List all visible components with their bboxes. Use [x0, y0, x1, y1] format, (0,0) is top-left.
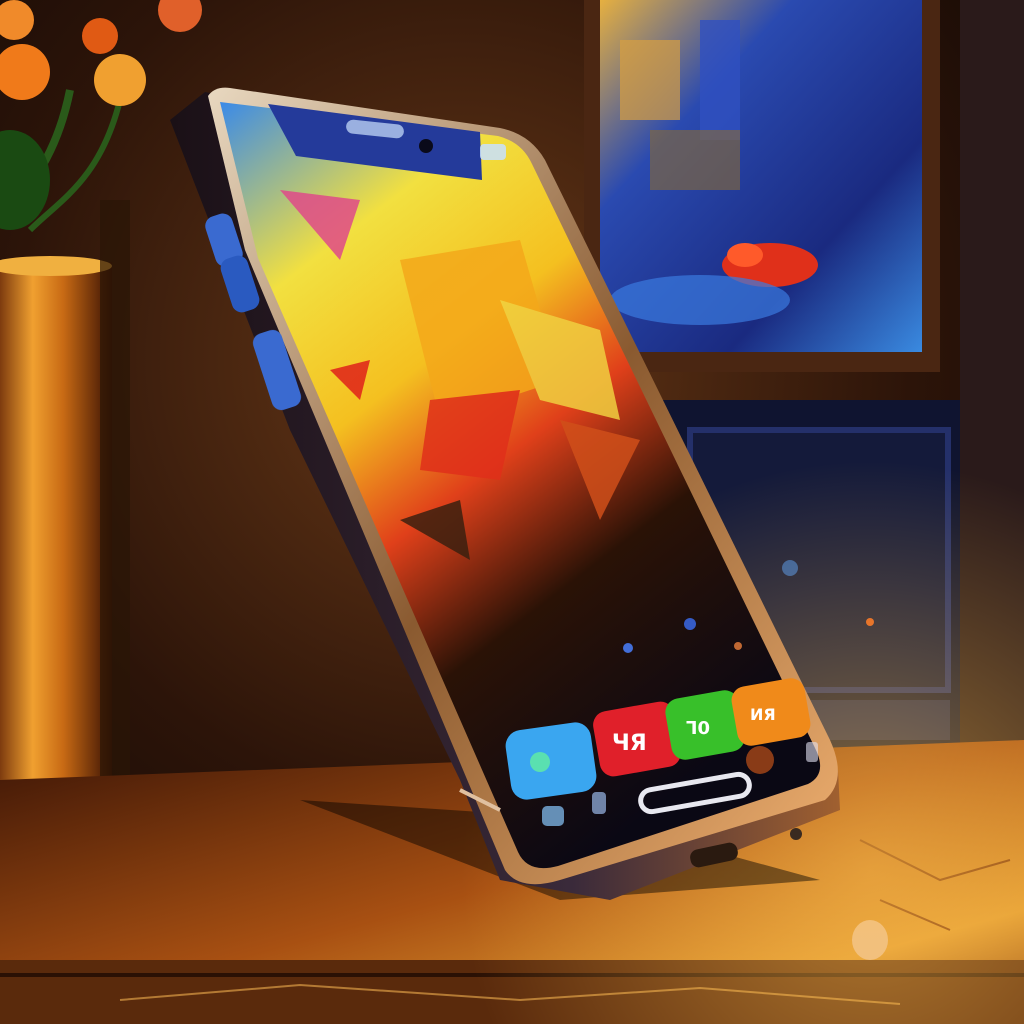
app-glyph-red: ЧЯ [612, 731, 647, 756]
app-icon-blue[interactable] [504, 720, 599, 801]
app-icon-orange[interactable]: ИЯ [729, 676, 812, 748]
app-glyph-orange: ИЯ [750, 705, 776, 724]
bottom-screw [790, 828, 802, 840]
app-glyph-green: Ꞁ0 [686, 718, 710, 739]
status-indicator [480, 144, 506, 160]
painted-scene: ЧЯ Ꞁ0 ИЯ [0, 0, 1024, 1024]
front-camera [419, 139, 433, 153]
scene-canvas: ЧЯ Ꞁ0 ИЯ [0, 0, 1024, 1024]
